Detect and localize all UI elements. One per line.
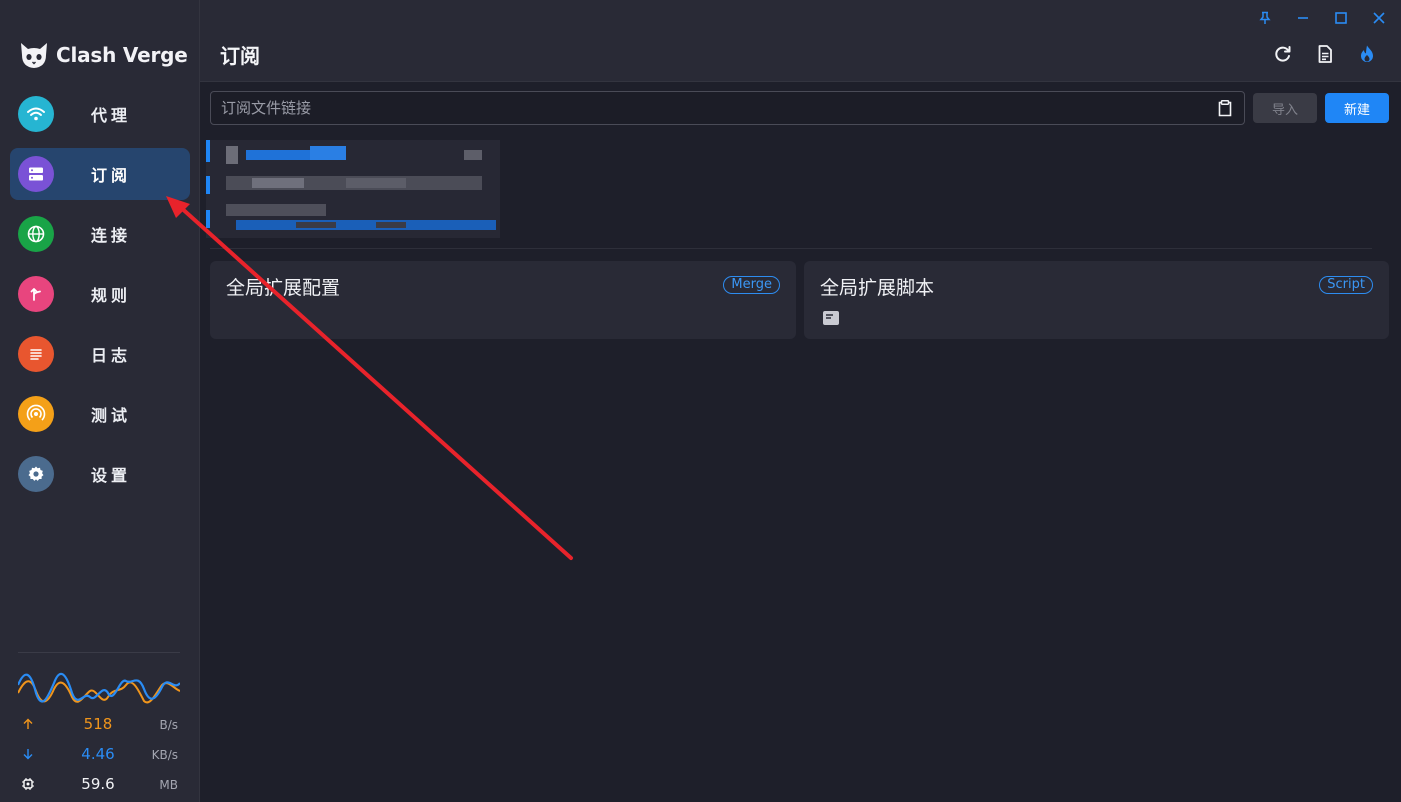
app-name: Clash Verge [56, 43, 188, 67]
arrow-down-icon [20, 746, 36, 762]
subscription-card-redacted[interactable] [206, 140, 500, 238]
memory-unit: MB [159, 778, 178, 792]
list-icon [18, 336, 54, 372]
sidebar-item-label: 规则 [91, 286, 132, 305]
traffic-graph [18, 672, 180, 704]
divider [18, 652, 180, 653]
subscription-url-input[interactable] [211, 92, 1201, 124]
close-icon[interactable] [1369, 8, 1389, 28]
app-logo: Clash Verge [18, 38, 188, 72]
merge-tag: Merge [723, 276, 780, 294]
page-title: 订阅 [220, 44, 260, 68]
sidebar-item-rules[interactable]: 规则 [10, 268, 190, 320]
sidebar-nav: 代理 订阅 连接 规则 日志 测试 设置 [10, 88, 190, 508]
sidebar-item-label: 连接 [91, 226, 132, 245]
wifi-icon [18, 96, 54, 132]
sidebar-item-connections[interactable]: 连接 [10, 208, 190, 260]
global-merge-card[interactable]: 全局扩展配置 Merge [210, 261, 796, 339]
download-row: 4.46 KB/s [18, 739, 180, 769]
globe-icon [18, 216, 54, 252]
sidebar-item-subscription[interactable]: 订阅 [10, 148, 190, 200]
refresh-icon[interactable] [1271, 42, 1295, 66]
document-icon[interactable] [1313, 42, 1337, 66]
page-tools [1271, 42, 1379, 66]
pin-icon[interactable] [1255, 8, 1275, 28]
minimize-icon[interactable] [1293, 8, 1313, 28]
gear-icon [18, 456, 54, 492]
file-icon [823, 311, 839, 325]
sidebar-item-label: 设置 [91, 466, 132, 485]
sidebar-item-settings[interactable]: 设置 [10, 448, 190, 500]
new-button[interactable]: 新建 [1325, 93, 1389, 123]
memory-row: 59.6 MB [18, 769, 180, 799]
maximize-icon[interactable] [1331, 8, 1351, 28]
sidebar-item-test[interactable]: 测试 [10, 388, 190, 440]
arrow-up-icon [20, 716, 36, 732]
import-button[interactable]: 导入 [1253, 93, 1317, 123]
sidebar-item-logs[interactable]: 日志 [10, 328, 190, 380]
radar-icon [18, 396, 54, 432]
fork-icon [18, 276, 54, 312]
sidebar: Clash Verge 代理 订阅 连接 规则 日志 测试 设置 518 B/s… [0, 0, 200, 802]
upload-speed: 518 [83, 715, 113, 733]
window-controls [1255, 8, 1389, 28]
download-unit: KB/s [151, 748, 178, 762]
fire-icon[interactable] [1355, 42, 1379, 66]
sidebar-item-proxy[interactable]: 代理 [10, 88, 190, 140]
sidebar-item-label: 日志 [91, 346, 132, 365]
traffic-panel: 518 B/s 4.46 KB/s 59.6 MB [18, 652, 180, 799]
global-script-card[interactable]: 全局扩展脚本 Script [804, 261, 1389, 339]
card-title: 全局扩展脚本 [820, 277, 935, 299]
cat-logo-icon [21, 43, 47, 68]
sidebar-item-label: 代理 [91, 106, 132, 125]
script-tag: Script [1319, 276, 1373, 294]
subscription-url-field [210, 91, 1245, 125]
section-divider [210, 248, 1372, 249]
card-title: 全局扩展配置 [226, 277, 341, 299]
sidebar-item-label: 订阅 [91, 166, 132, 185]
memory-usage: 59.6 [81, 775, 115, 793]
memory-chip-icon [20, 776, 36, 792]
download-speed: 4.46 [81, 745, 115, 763]
clipboard-icon[interactable] [1216, 99, 1234, 117]
main-content: 导入 新建 全局扩展配置 Merge 全局扩展脚本 Script [200, 82, 1401, 802]
title-bar: 订阅 [200, 0, 1401, 82]
upload-unit: B/s [159, 718, 178, 732]
upload-row: 518 B/s [18, 709, 180, 739]
server-icon [18, 156, 54, 192]
sidebar-item-label: 测试 [91, 406, 132, 425]
